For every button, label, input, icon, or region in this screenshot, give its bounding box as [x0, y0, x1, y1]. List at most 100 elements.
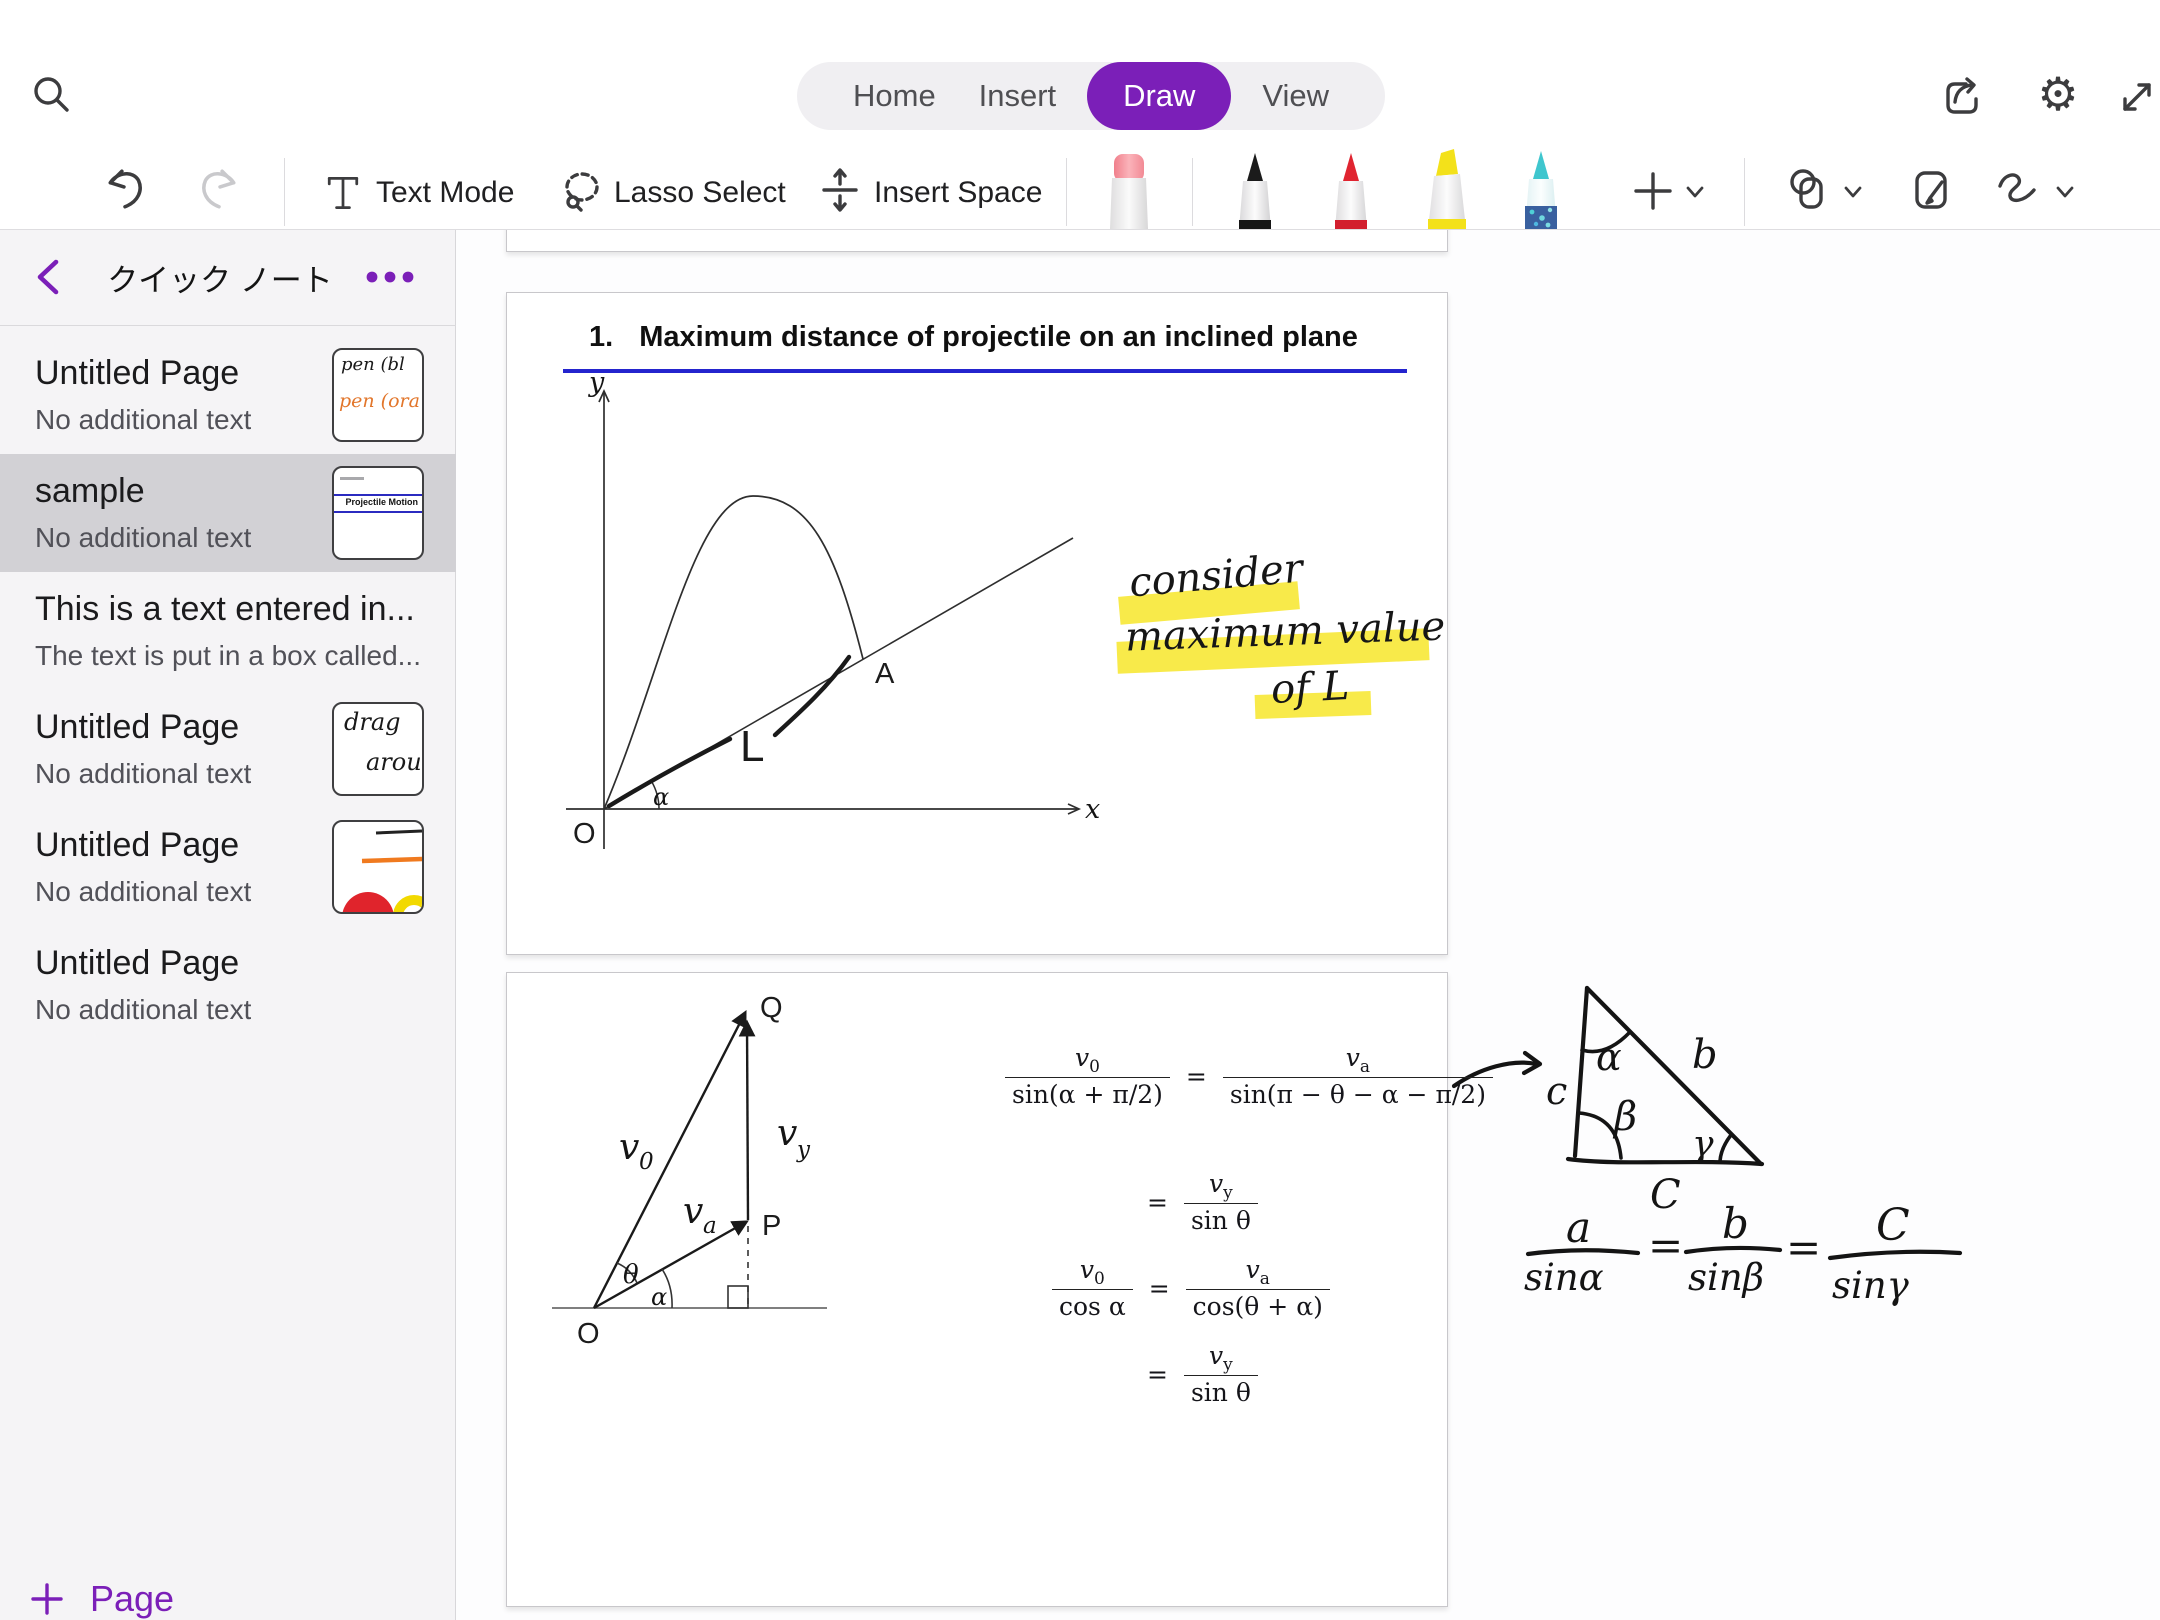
divider [284, 158, 285, 226]
thumb-rule-line [334, 494, 424, 496]
equals-sign: = [1147, 1360, 1168, 1389]
ink-to-shape-icon [1908, 166, 1956, 214]
fraction: v0 cos α [1052, 1255, 1133, 1322]
vy-label: v [777, 1113, 797, 1154]
eq-var: v [1246, 1255, 1260, 1284]
pen-black[interactable] [1226, 150, 1284, 229]
section-menu-button[interactable] [360, 263, 424, 291]
shapes-icon [1786, 166, 1834, 214]
page-subtitle: No additional text [35, 876, 251, 908]
eq-den: cos(θ + α) [1186, 1289, 1330, 1322]
page-title: Untitled Page [35, 944, 239, 983]
undo-button[interactable] [102, 166, 148, 212]
thumb-ink-text: arou [366, 748, 422, 776]
text-mode-label[interactable]: Text Mode [376, 176, 514, 210]
shapes-dropdown[interactable] [1842, 184, 1864, 200]
alpha-label: α [653, 783, 669, 811]
onenote-app: Home Insert Draw View ⚙ [0, 0, 2160, 1620]
eraser-tool[interactable] [1100, 152, 1158, 229]
lasso-select-icon [558, 168, 606, 216]
origin-label: O [573, 818, 596, 850]
page-item-untitled-4[interactable]: Untitled Page No additional text [0, 926, 456, 1044]
back-button[interactable] [30, 257, 66, 297]
thumb-ink-text: pen (ora [339, 390, 420, 412]
text-mode-button[interactable] [320, 170, 366, 216]
ink-effects-button[interactable] [1994, 168, 2046, 216]
yellow-highlighter-icon [1416, 146, 1476, 229]
page-subtitle: The text is put in a box called... [35, 640, 421, 672]
tab-insert[interactable]: Insert [967, 62, 1069, 130]
v0-label: v [619, 1127, 639, 1168]
insert-space-button[interactable] [816, 166, 864, 214]
ink-to-shape-button[interactable] [1908, 166, 1956, 214]
va-sub: a [703, 1213, 717, 1239]
ink-effects-dropdown[interactable] [2054, 184, 2076, 200]
sine-rule-numerator-c: C [1876, 1200, 1910, 1251]
page-item-untitled-1[interactable]: Untitled Page No additional text pen (bl… [0, 336, 456, 454]
tab-home[interactable]: Home [841, 62, 948, 130]
va-label: v [683, 1191, 703, 1232]
page-item-text-note[interactable]: This is a text entered in... The text is… [0, 572, 456, 690]
tab-view[interactable]: View [1250, 62, 1341, 130]
eq-den: sin(α + π/2) [1005, 1077, 1170, 1110]
eq-var: v [1080, 1255, 1094, 1284]
lasso-select-label[interactable]: Lasso Select [614, 176, 786, 210]
eq-den: sin(π − θ − α − π/2) [1223, 1077, 1493, 1110]
search-button[interactable] [28, 72, 76, 120]
tab-draw[interactable]: Draw [1087, 62, 1231, 130]
eq-den: sin θ [1184, 1375, 1258, 1408]
insert-space-label[interactable]: Insert Space [874, 176, 1042, 210]
eq-var: v [1209, 1169, 1223, 1198]
pen-yellow-highlighter[interactable] [1416, 146, 1476, 229]
eq-den: cos α [1052, 1289, 1133, 1322]
point-a-label: A [875, 658, 895, 690]
add-page-button[interactable]: Page [30, 1578, 174, 1620]
eq-var: v [1346, 1043, 1360, 1072]
page-title: Untitled Page [35, 826, 239, 865]
ribbon-tab-bar: Home Insert Draw View [797, 62, 1385, 130]
handwritten-sine-rule-note: α β γ c b C a sinα = b sinβ = C sinγ [1440, 958, 2020, 1358]
sine-rule-denominator-b: sinβ [1688, 1256, 1764, 1299]
thumb-note-title: Projectile Motion [345, 497, 418, 507]
eq-sub: 0 [1094, 1269, 1105, 1289]
equals-sign: = [1186, 1062, 1207, 1091]
eq-var: v [1075, 1043, 1089, 1072]
ink-annotation-line3: of L [1270, 663, 1350, 713]
length-l-label: L [740, 722, 764, 771]
red-pen-icon [1322, 150, 1380, 229]
sine-rule-denominator-a: sinα [1524, 1256, 1604, 1299]
notebook-title: クイック ノート [70, 255, 370, 300]
page-item-untitled-2[interactable]: Untitled Page No additional text drag ar… [0, 690, 456, 808]
add-page-label: Page [90, 1578, 174, 1620]
note-canvas[interactable]: 1. Maximum distance of projectile on an … [456, 229, 2160, 1620]
chevron-down-icon [1842, 184, 1864, 200]
angle-alpha-label: α [1596, 1035, 1622, 1079]
velocity-vector-diagram: O Q P v 0 v y v a θ α [527, 983, 927, 1383]
share-icon [1938, 72, 1986, 120]
page-item-untitled-3[interactable]: Untitled Page No additional text [0, 808, 456, 926]
page-title: Untitled Page [35, 354, 239, 393]
page-item-sample[interactable]: sample No additional text Projectile Mot… [0, 454, 456, 572]
redo-button[interactable] [196, 166, 242, 212]
fraction: vy sin θ [1184, 1341, 1258, 1408]
pen-teal-galaxy[interactable] [1512, 148, 1570, 229]
shapes-button[interactable] [1786, 166, 1834, 214]
thumb-ink-text: drag [344, 708, 401, 736]
angle-gamma-label: γ [1692, 1124, 1714, 1165]
pen-red[interactable] [1322, 150, 1380, 229]
page-subtitle: No additional text [35, 522, 251, 554]
page-list-sidebar: クイック ノート Untitled Page No additional tex… [0, 229, 456, 1620]
settings-button[interactable]: ⚙ [2034, 70, 2082, 118]
eq-den: sin θ [1184, 1203, 1258, 1236]
thumb-date-smudge [340, 477, 364, 480]
add-pen-dropdown[interactable] [1684, 184, 1706, 200]
share-button[interactable] [1938, 72, 1986, 120]
teal-pen-icon [1512, 148, 1570, 229]
chevron-down-icon [2054, 184, 2076, 200]
alpha-label: α [651, 1283, 667, 1311]
side-bottom-label: C [1650, 1172, 1681, 1218]
fullscreen-button[interactable] [2114, 74, 2160, 120]
lasso-select-button[interactable] [558, 168, 606, 216]
add-pen-button[interactable] [1630, 168, 1676, 214]
equals-sign: = [1786, 1223, 1821, 1272]
